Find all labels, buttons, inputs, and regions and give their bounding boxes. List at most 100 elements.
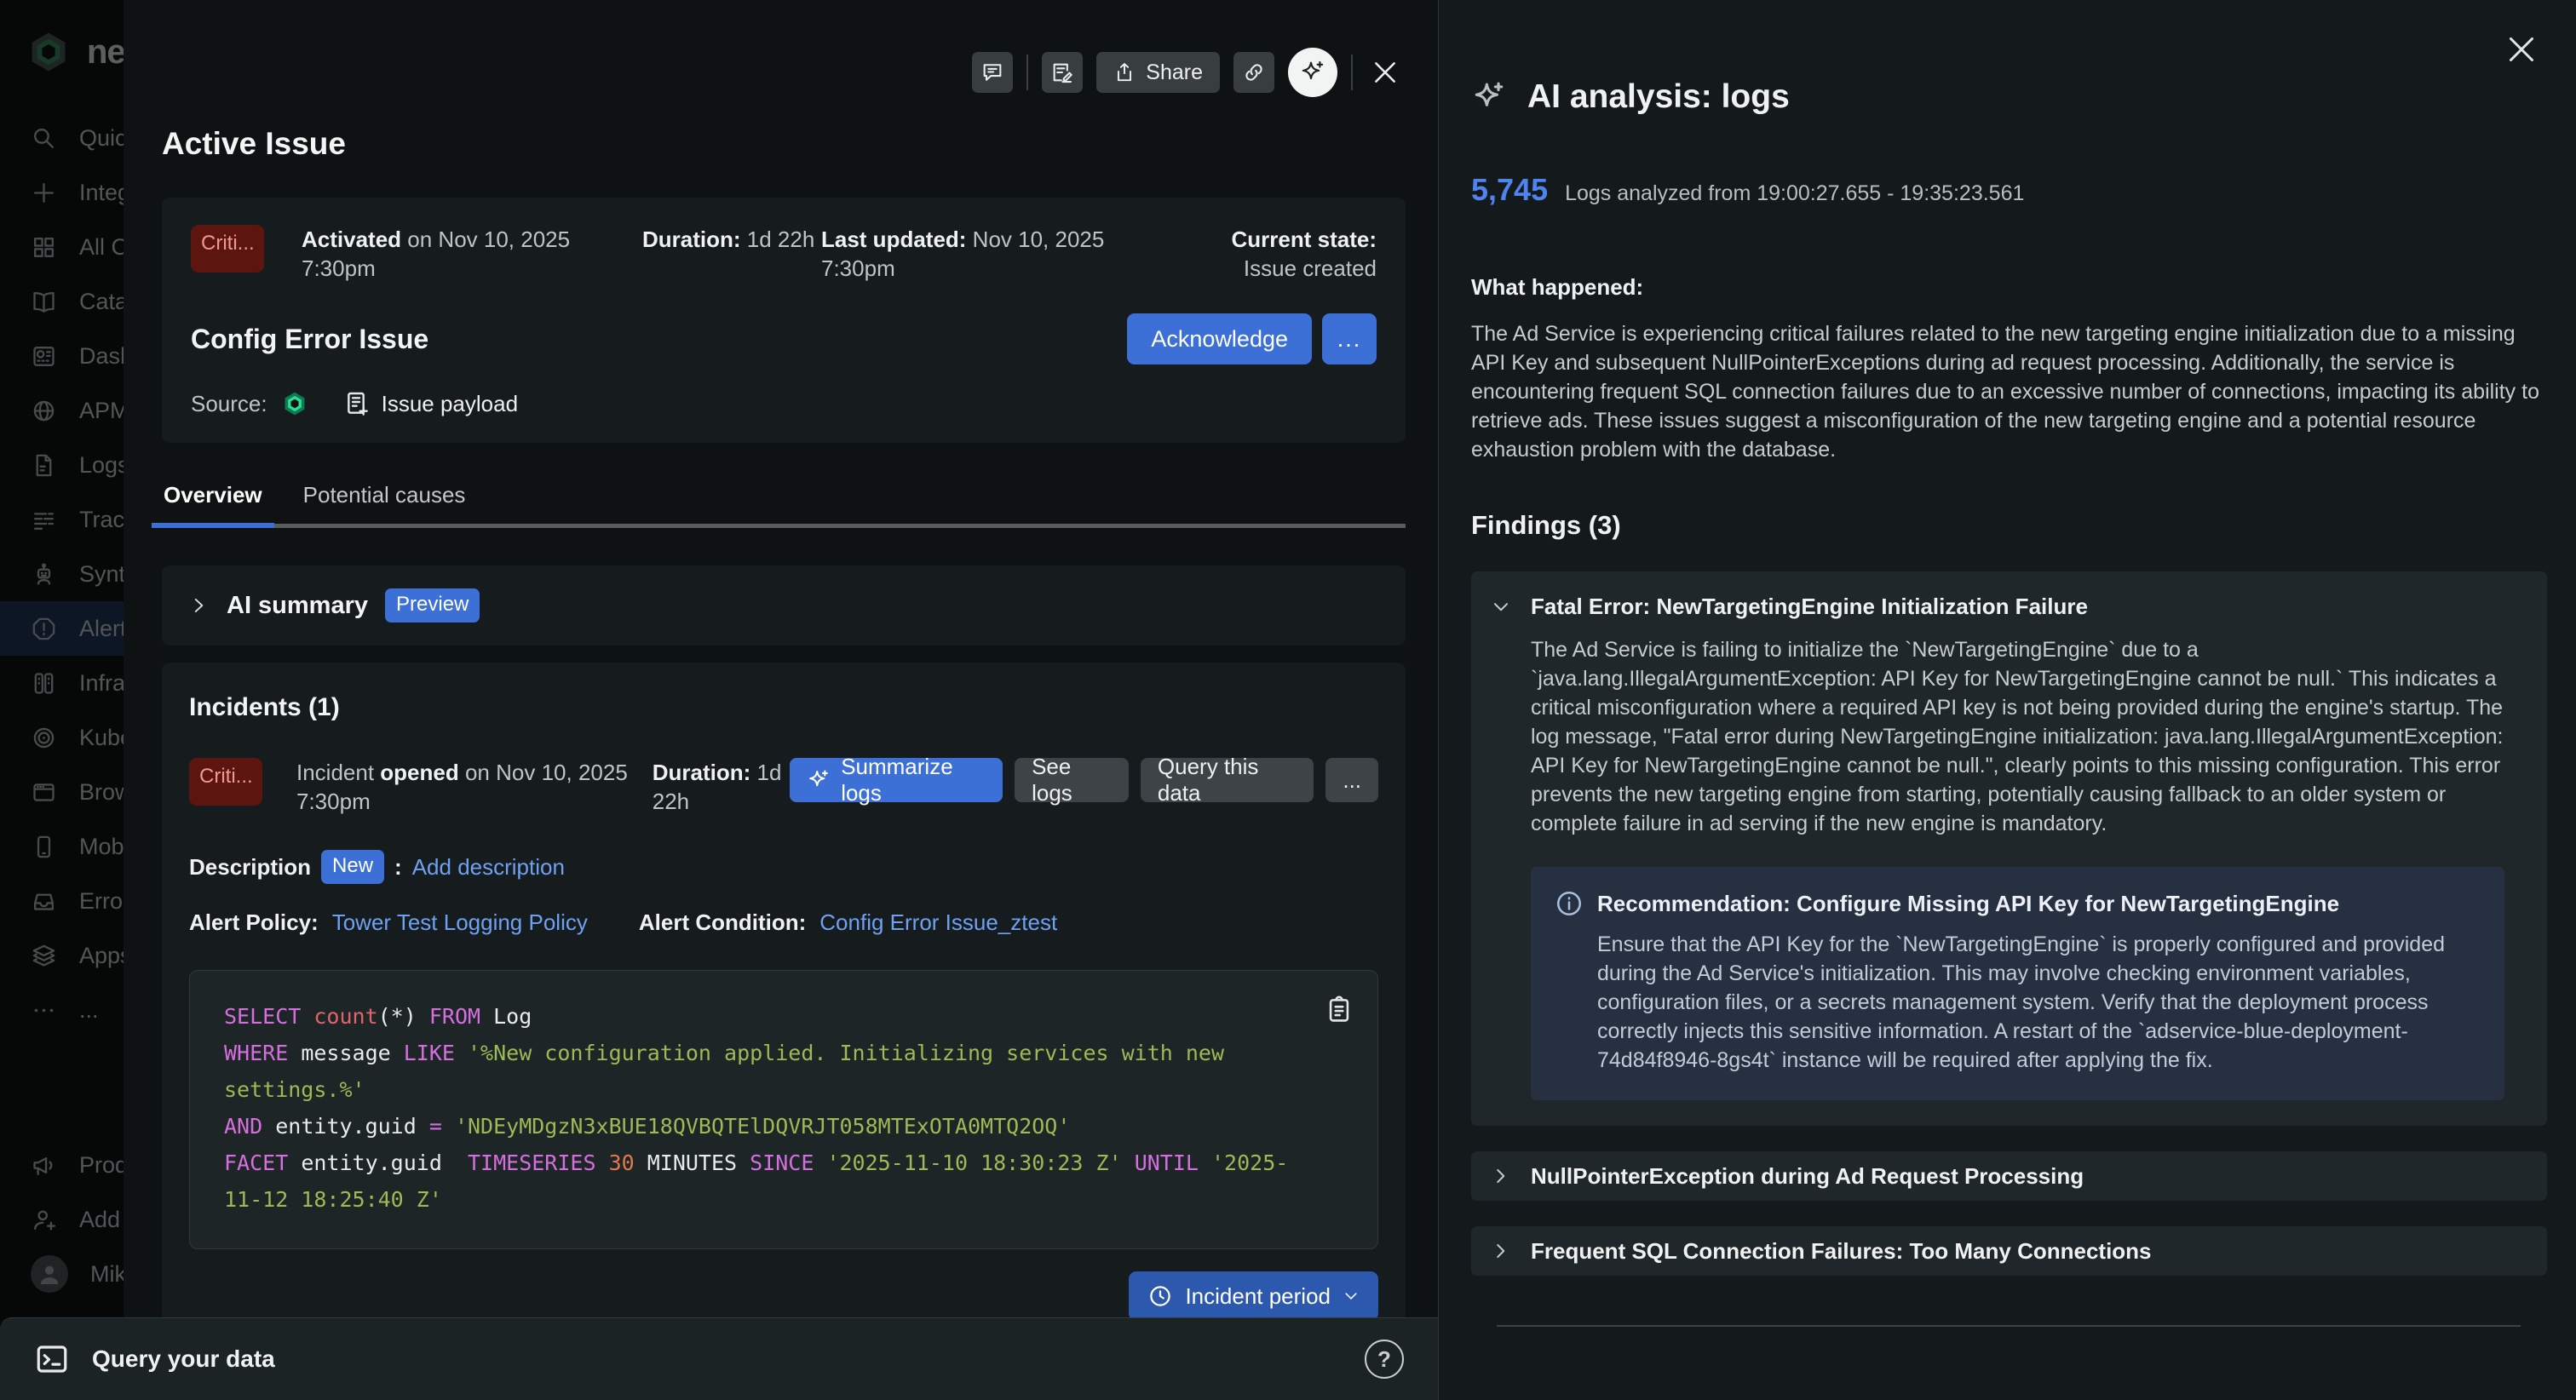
severity-badge: Criti... bbox=[191, 225, 264, 273]
alert-policy-label: Alert Policy: bbox=[189, 909, 319, 936]
finding-body: The Ad Service is failing to initialize … bbox=[1531, 635, 2523, 838]
alert-policy-row: Alert Policy: Tower Test Logging Policy … bbox=[189, 909, 1378, 936]
incident-period-button[interactable]: Incident period bbox=[1129, 1271, 1378, 1321]
tab-potential-causes[interactable]: Potential causes bbox=[302, 482, 468, 524]
see-logs-button[interactable]: See logs bbox=[1015, 758, 1129, 802]
panel-title: AI analysis: logs bbox=[1527, 78, 1790, 116]
ai-summary-title: AI summary bbox=[227, 592, 368, 620]
chevron-right-icon bbox=[1471, 1165, 1531, 1187]
incidents-card: Incidents (1) Criti... Incident opened o… bbox=[162, 663, 1406, 1377]
finding-header[interactable]: NullPointerException during Ad Request P… bbox=[1471, 1151, 2547, 1201]
sparkle-icon bbox=[1471, 79, 1507, 115]
alert-condition-link[interactable]: Config Error Issue_ztest bbox=[819, 909, 1057, 936]
ai-analysis-panel: AI analysis: logs 5,745 Logs analyzed fr… bbox=[1438, 0, 2576, 1400]
share-button[interactable]: Share bbox=[1096, 52, 1220, 93]
finding-title: NullPointerException during Ad Request P… bbox=[1531, 1163, 2547, 1190]
finding-card: Frequent SQL Connection Failures: Too Ma… bbox=[1471, 1226, 2547, 1276]
finding-title: Frequent SQL Connection Failures: Too Ma… bbox=[1531, 1238, 2547, 1265]
chevron-down-icon bbox=[1343, 1288, 1360, 1305]
clock-icon bbox=[1147, 1283, 1173, 1309]
source-label: Source: bbox=[191, 391, 267, 417]
finding-header[interactable]: Frequent SQL Connection Failures: Too Ma… bbox=[1471, 1226, 2547, 1276]
severity-badge: Criti... bbox=[189, 758, 262, 806]
finding-card: NullPointerException during Ad Request P… bbox=[1471, 1151, 2547, 1201]
ai-assistant-button[interactable] bbox=[1288, 48, 1337, 97]
chevron-right-icon bbox=[1471, 1240, 1531, 1262]
incident-opened-meta: Incident opened on Nov 10, 2025 7:30pm bbox=[296, 758, 653, 816]
issue-toolbar: Share bbox=[972, 48, 1404, 97]
panel-header: AI analysis: logs bbox=[1471, 78, 2547, 116]
nrql-query: SELECT count(*) FROM LogWHERE message LI… bbox=[224, 998, 1292, 1218]
toolbar-divider bbox=[1026, 55, 1028, 90]
ai-summary-card[interactable]: AI summary Preview bbox=[162, 565, 1406, 645]
description-separator: : bbox=[394, 854, 402, 881]
query-your-data-button[interactable]: Query your data bbox=[92, 1345, 275, 1373]
link-icon bbox=[1242, 60, 1266, 84]
issue-summary-card: Criti... Activated on Nov 10, 2025 7:30p… bbox=[162, 198, 1406, 443]
comment-button[interactable] bbox=[972, 52, 1013, 93]
preview-badge: Preview bbox=[385, 588, 480, 623]
current-state-meta: Current state: Issue created bbox=[1179, 225, 1377, 283]
panel-divider bbox=[1497, 1325, 2521, 1327]
issue-payload-button[interactable]: Issue payload bbox=[344, 390, 518, 417]
incident-actions: Summarize logs See logs Query this data … bbox=[790, 758, 1378, 802]
new-badge: New bbox=[321, 850, 384, 884]
sparkle-icon bbox=[807, 768, 831, 792]
summarize-logs-label: Summarize logs bbox=[841, 754, 986, 806]
activated-meta: Activated on Nov 10, 2025 7:30pm bbox=[302, 225, 642, 283]
incident-meta-row: Criti... Incident opened on Nov 10, 2025… bbox=[189, 758, 1378, 816]
last-updated-meta: Last updated: Nov 10, 2025 7:30pm bbox=[821, 225, 1179, 283]
comment-icon bbox=[980, 60, 1004, 84]
help-button[interactable]: ? bbox=[1365, 1340, 1404, 1379]
note-edit-icon bbox=[1050, 60, 1074, 84]
what-happened-text: The Ad Service is experiencing critical … bbox=[1471, 319, 2547, 464]
modal-close-button[interactable] bbox=[1366, 54, 1404, 91]
recommendation-title: Recommendation: Configure Missing API Ke… bbox=[1597, 891, 2339, 917]
duration-meta: Duration: 1d 22h bbox=[642, 225, 821, 254]
edit-note-button[interactable] bbox=[1042, 52, 1083, 93]
sparkle-icon bbox=[1299, 59, 1326, 86]
chevron-right-icon bbox=[187, 594, 210, 617]
alert-condition-label: Alert Condition: bbox=[639, 909, 806, 936]
panel-close-button[interactable] bbox=[2504, 32, 2539, 66]
source-row: Source: Issue payload bbox=[191, 390, 1377, 417]
incidents-heading: Incidents (1) bbox=[189, 693, 1378, 722]
page-title: Active Issue bbox=[162, 126, 1406, 162]
chevron-down-icon bbox=[1471, 596, 1531, 618]
terminal-icon bbox=[34, 1341, 70, 1377]
description-label: Description bbox=[189, 854, 311, 881]
recommendation-header: Recommendation: Configure Missing API Ke… bbox=[1555, 889, 2481, 918]
issue-tabs: Overview Potential causes bbox=[162, 482, 1406, 528]
toolbar-divider bbox=[1351, 55, 1353, 90]
incident-more-button[interactable]: ... bbox=[1325, 758, 1378, 802]
issue-title-row: Config Error Issue Acknowledge ... bbox=[191, 313, 1377, 364]
copy-query-button[interactable] bbox=[1325, 993, 1354, 1025]
acknowledge-button[interactable]: Acknowledge bbox=[1127, 313, 1312, 364]
log-count-row: 5,745 Logs analyzed from 19:00:27.655 - … bbox=[1471, 172, 2547, 208]
tab-overview[interactable]: Overview bbox=[162, 482, 264, 524]
nrql-query-block: SELECT count(*) FROM LogWHERE message LI… bbox=[189, 970, 1378, 1249]
new-relic-source-icon bbox=[281, 390, 308, 417]
copy-link-button[interactable] bbox=[1233, 52, 1274, 93]
issue-payload-label: Issue payload bbox=[382, 391, 518, 417]
share-icon bbox=[1113, 61, 1136, 83]
info-icon bbox=[1555, 889, 1584, 918]
log-count: 5,745 bbox=[1471, 172, 1548, 208]
add-description-link[interactable]: Add description bbox=[412, 854, 565, 881]
summarize-logs-button[interactable]: Summarize logs bbox=[790, 758, 1003, 802]
payload-document-icon bbox=[344, 390, 371, 417]
issue-meta-row: Criti... Activated on Nov 10, 2025 7:30p… bbox=[191, 225, 1377, 283]
issue-more-button[interactable]: ... bbox=[1322, 313, 1377, 364]
recommendation-body: Ensure that the API Key for the `NewTarg… bbox=[1597, 930, 2481, 1075]
share-label: Share bbox=[1146, 60, 1203, 85]
issue-name: Config Error Issue bbox=[191, 324, 428, 355]
query-this-data-button[interactable]: Query this data bbox=[1141, 758, 1314, 802]
finding-header[interactable]: Fatal Error: NewTargetingEngine Initiali… bbox=[1471, 571, 2547, 620]
query-bar: Query your data ? bbox=[0, 1317, 1438, 1400]
alert-policy-link[interactable]: Tower Test Logging Policy bbox=[332, 909, 588, 936]
recommendation-box: Recommendation: Configure Missing API Ke… bbox=[1531, 867, 2504, 1100]
app-root: new QuickIntegAll CaCatalDashAPMLogsTrac… bbox=[0, 0, 2576, 1400]
findings-heading: Findings (3) bbox=[1471, 510, 2547, 541]
incident-period-row: Incident period bbox=[189, 1271, 1378, 1321]
analyzed-range: Logs analyzed from 19:00:27.655 - 19:35:… bbox=[1565, 181, 2024, 206]
